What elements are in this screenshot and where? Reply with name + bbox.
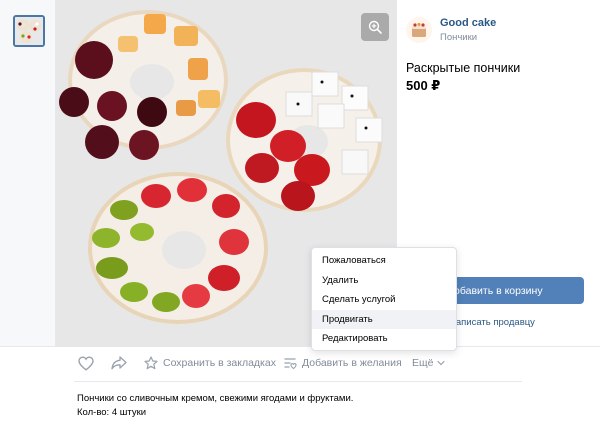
add-to-cart-button[interactable]: обавить в корзину [445, 277, 584, 304]
menu-item-edit[interactable]: Редактировать [312, 329, 456, 349]
product-title: Раскрытые пончики [406, 61, 521, 75]
zoom-in-icon [368, 20, 382, 34]
zoom-button[interactable] [361, 13, 389, 41]
wishlist-label: Добавить в желания [302, 357, 402, 369]
product-description: Пончики со сливочным кремом, свежими яго… [77, 393, 354, 404]
actions-divider-top [0, 346, 600, 347]
write-seller-link[interactable]: Написать продавцу [449, 317, 535, 328]
more-button[interactable]: Ещё [412, 352, 446, 374]
product-description-block: Пончики со сливочным кремом, свежими яго… [77, 392, 353, 420]
add-to-cart-label: обавить в корзину [454, 284, 543, 297]
more-dropdown-menu: Пожаловаться Удалить Сделать услугой Про… [311, 247, 457, 351]
bookmark-label: Сохранить в закладках [163, 357, 276, 369]
shop-name-link[interactable]: Good cake [440, 17, 496, 29]
shop-category: Пончики [440, 32, 478, 43]
chevron-down-icon [437, 360, 446, 366]
product-price: 500 ₽ [406, 78, 441, 93]
like-button[interactable] [78, 352, 94, 374]
wishlist-icon [284, 358, 297, 370]
action-bar: Сохранить в закладках Добавить в желания… [0, 352, 600, 374]
bookmark-button[interactable]: Сохранить в закладках [144, 352, 276, 374]
product-quantity: Кол-во: 4 штуки [77, 407, 147, 418]
shop-avatar[interactable] [406, 17, 432, 43]
star-icon [144, 356, 158, 370]
photo-thumbnail[interactable] [13, 15, 45, 47]
gallery-rail [0, 0, 56, 346]
share-icon [111, 356, 127, 370]
actions-divider-bottom [74, 381, 522, 382]
more-label: Ещё [412, 357, 434, 369]
menu-item-report[interactable]: Пожаловаться [312, 251, 456, 271]
menu-item-make-service[interactable]: Сделать услугой [312, 290, 456, 310]
heart-icon [78, 355, 94, 371]
share-button[interactable] [111, 352, 127, 374]
menu-item-promote[interactable]: Продвигать [312, 309, 456, 329]
menu-item-delete[interactable]: Удалить [312, 271, 456, 291]
wishlist-button[interactable]: Добавить в желания [283, 352, 402, 374]
